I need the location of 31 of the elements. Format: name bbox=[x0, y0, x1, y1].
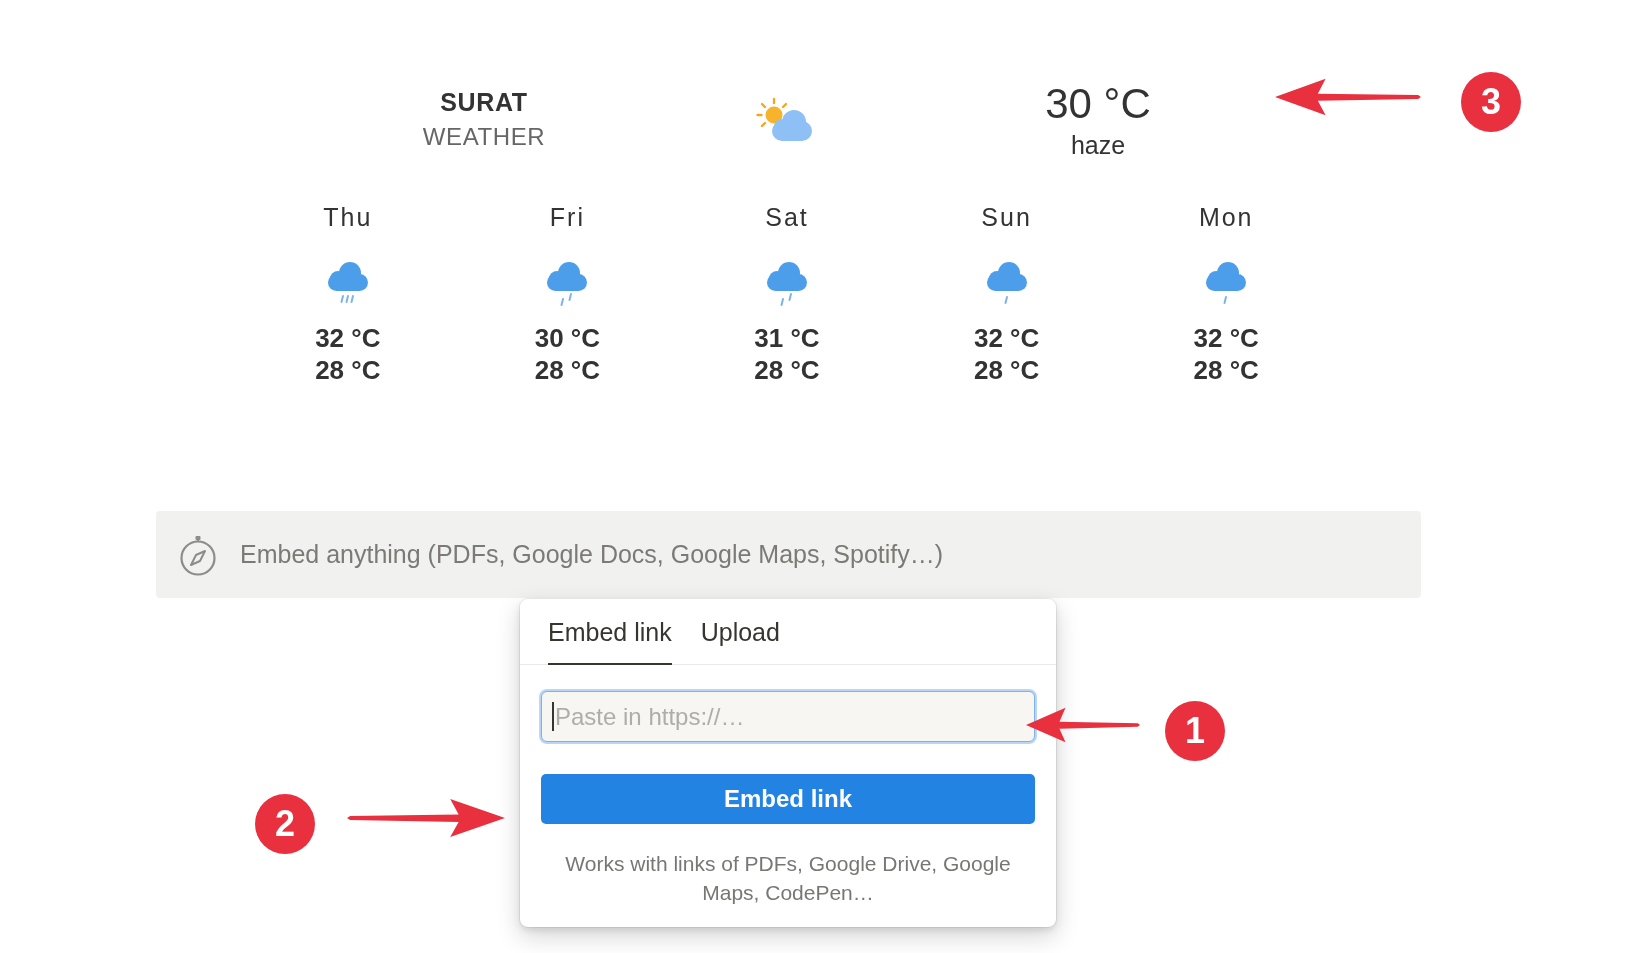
high-temperature: 32 °C bbox=[1193, 322, 1259, 354]
high-temperature: 31 °C bbox=[754, 322, 820, 354]
embed-block[interactable]: Embed anything (PDFs, Google Docs, Google Maps, Spotify…) bbox=[156, 511, 1421, 598]
low-temperature: 28 °C bbox=[1193, 354, 1259, 386]
callout-number: 3 bbox=[1461, 72, 1521, 132]
supported-links-note: Works with links of PDFs, Google Drive, Google Maps, CodePen… bbox=[564, 851, 1012, 906]
current-temperature: 30 °C bbox=[1045, 80, 1151, 128]
compass-icon bbox=[178, 533, 218, 576]
text-cursor-icon bbox=[552, 702, 554, 731]
callout-number: 2 bbox=[255, 794, 315, 854]
high-temperature: 32 °C bbox=[973, 322, 1040, 354]
low-temperature: 28 °C bbox=[315, 354, 381, 386]
embed-link-button[interactable]: Embed link bbox=[541, 774, 1035, 824]
high-temperature: 32 °C bbox=[315, 322, 381, 354]
popup-tab[interactable]: Upload bbox=[700, 599, 780, 665]
forecast-day: Sun bbox=[981, 201, 1032, 233]
forecast-day: Thu bbox=[323, 201, 373, 233]
low-temperature: 28 °C bbox=[534, 354, 601, 386]
weather-condition: haze bbox=[1070, 130, 1126, 160]
forecast-day: Mon bbox=[1198, 201, 1254, 233]
city-name: SURAT bbox=[440, 87, 528, 118]
popup-tab[interactable]: Embed link bbox=[548, 599, 672, 665]
forecast-day: Fri bbox=[549, 201, 585, 233]
low-temperature: 28 °C bbox=[754, 354, 820, 386]
callout-number: 1 bbox=[1165, 701, 1225, 761]
sun-cloud-icon bbox=[756, 97, 814, 143]
high-temperature: 30 °C bbox=[534, 322, 601, 354]
low-temperature: 28 °C bbox=[973, 354, 1040, 386]
forecast-day: Sat bbox=[765, 201, 809, 233]
link-input-field[interactable]: Paste in https://… bbox=[541, 691, 1035, 742]
widget-subtitle: WEATHER bbox=[422, 122, 546, 152]
